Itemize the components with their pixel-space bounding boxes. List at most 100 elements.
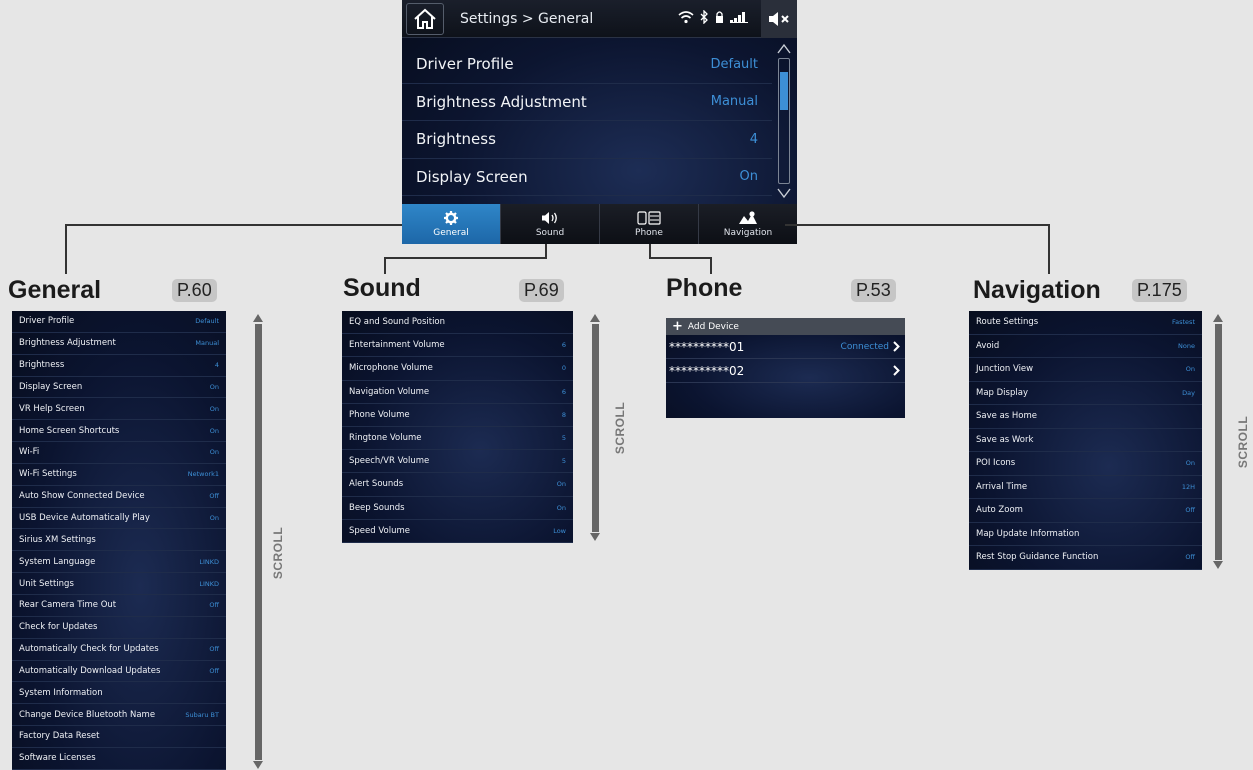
tab-general[interactable]: General [402,204,501,244]
setting-row[interactable]: Speed Volume Low [342,520,573,543]
general-scroll-label: SCROLL [271,526,286,580]
signal-icon [730,12,748,23]
tab-sound-label: Sound [535,227,565,238]
sound-scrollbar[interactable] [590,314,600,542]
scroll-bar[interactable] [592,324,599,532]
tab-navigation-label: Navigation [723,227,773,238]
setting-value: On [209,448,219,457]
setting-value: 5 [561,434,566,443]
setting-row[interactable]: Map Update Information [969,523,1202,546]
scroll-down-icon[interactable] [776,186,792,200]
setting-value: Off [1185,506,1195,515]
setting-row[interactable]: Brightness Adjustment Manual [402,84,772,121]
setting-row[interactable]: USB Device Automatically Play On [12,508,226,530]
setting-row[interactable]: Sirius XM Settings [12,529,226,552]
setting-label: Software Licenses [19,753,96,764]
setting-row[interactable]: Ringtone Volume 5 [342,427,573,451]
setting-label: Alert Sounds [349,479,404,490]
sound-settings-list: EQ and Sound Position Entertainment Volum… [342,311,573,543]
connector-sound-v2 [384,257,386,274]
setting-label: Route Settings [976,317,1039,328]
scroll-track[interactable] [778,58,790,184]
setting-value: Off [209,601,219,610]
setting-row[interactable]: Software Licenses [12,748,226,770]
setting-row[interactable]: Auto Zoom Off [969,499,1202,523]
home-button[interactable] [406,3,444,35]
setting-row[interactable]: Navigation Volume 6 [342,381,573,404]
setting-label: System Language [19,556,96,567]
scroll-bar[interactable] [1215,324,1222,560]
tab-phone[interactable]: Phone [600,204,699,244]
setting-row[interactable]: System Language LINKD [12,551,226,574]
setting-row[interactable]: System Information [12,682,226,705]
setting-row[interactable]: Driver Profile Default [402,46,772,84]
setting-row[interactable]: Home Screen Shortcuts On [12,420,226,443]
setting-row[interactable]: Rest Stop Guidance Function Off [969,546,1202,570]
scroll-down-icon [1213,561,1223,569]
setting-row[interactable]: Save as Work [969,429,1202,452]
navigation-scrollbar[interactable] [1213,314,1223,570]
navigation-settings-list: Route Settings Fastest Avoid None Junction V… [969,311,1202,570]
setting-row[interactable]: Arrival Time 12H [969,476,1202,499]
device-row[interactable]: **********01 Connected [666,335,905,359]
tab-navigation[interactable]: Navigation [699,204,797,244]
setting-row[interactable]: Check for Updates [12,617,226,639]
tab-sound[interactable]: Sound [501,204,600,244]
setting-row[interactable]: VR Help Screen On [12,398,226,421]
setting-row[interactable]: Automatically Download Updates Off [12,661,226,683]
setting-value: Network1 [187,470,219,479]
setting-row[interactable]: EQ and Sound Position [342,311,573,335]
setting-row[interactable]: Display Screen On [402,159,772,196]
device-name: **********02 [669,363,745,378]
setting-label: Avoid [976,340,1000,351]
setting-row[interactable]: Save as Home [969,405,1202,429]
setting-row[interactable]: Beep Sounds On [342,497,573,520]
setting-label: Display Screen [19,381,83,392]
setting-row[interactable]: Brightness 4 [12,355,226,377]
setting-row[interactable]: POI Icons On [969,452,1202,476]
setting-value: 6 [561,387,566,396]
setting-row[interactable]: Brightness Adjustment Manual [12,333,226,355]
setting-label: Arrival Time [976,481,1028,492]
setting-label: Driver Profile [19,316,75,327]
setting-row[interactable]: Map Display Day [969,382,1202,405]
setting-row[interactable]: Junction View On [969,358,1202,382]
setting-row[interactable]: Unit Settings LINKD [12,573,226,595]
mute-button[interactable] [761,0,797,38]
setting-row[interactable]: Wi-Fi Settings Network1 [12,464,226,486]
setting-label: Automatically Check for Updates [19,644,159,655]
scroll-up-icon[interactable] [776,42,792,56]
setting-value: LINKD [199,579,219,588]
navigation-title: Navigation [973,276,1101,304]
setting-label: Unit Settings [19,578,74,589]
setting-row[interactable]: Factory Data Reset [12,726,226,748]
setting-label: Beep Sounds [349,502,405,513]
scroll-thumb[interactable] [780,71,788,110]
device-status: Connected [840,341,889,352]
setting-row[interactable]: Display Screen On [12,377,226,399]
device-row[interactable]: **********02 [666,359,905,383]
setting-label: EQ and Sound Position [349,317,446,328]
setting-row[interactable]: Wi-Fi On [12,442,226,464]
setting-row[interactable]: Entertainment Volume 6 [342,334,573,358]
setting-row[interactable]: Route Settings Fastest [969,311,1202,335]
setting-row[interactable]: Phone Volume 8 [342,404,573,427]
phone-settings-list: + Add Device **********01 Connected ****… [666,318,905,418]
setting-row[interactable]: Automatically Check for Updates Off [12,639,226,661]
setting-label: Change Device Bluetooth Name [19,709,156,720]
setting-row[interactable]: Brightness 4 [402,121,772,159]
setting-row[interactable]: Auto Show Connected Device Off [12,486,226,508]
setting-row[interactable]: Avoid None [969,335,1202,358]
setting-row[interactable]: Rear Camera Time Out Off [12,595,226,617]
setting-row[interactable]: Change Device Bluetooth Name Subaru BT [12,704,226,727]
setting-row[interactable]: Alert Sounds On [342,473,573,497]
setting-row[interactable]: Speech/VR Volume 5 [342,450,573,474]
add-device-button[interactable]: + Add Device [666,318,905,335]
general-scrollbar[interactable] [253,314,263,770]
main-scrollbar[interactable] [774,40,794,202]
setting-row[interactable]: Microphone Volume 0 [342,357,573,381]
scroll-bar[interactable] [255,324,262,760]
setting-row[interactable]: Driver Profile Default [12,311,226,333]
tab-general-label: General [433,227,469,238]
main-settings-list: Driver Profile Default Brightness Adjustme… [402,46,772,196]
